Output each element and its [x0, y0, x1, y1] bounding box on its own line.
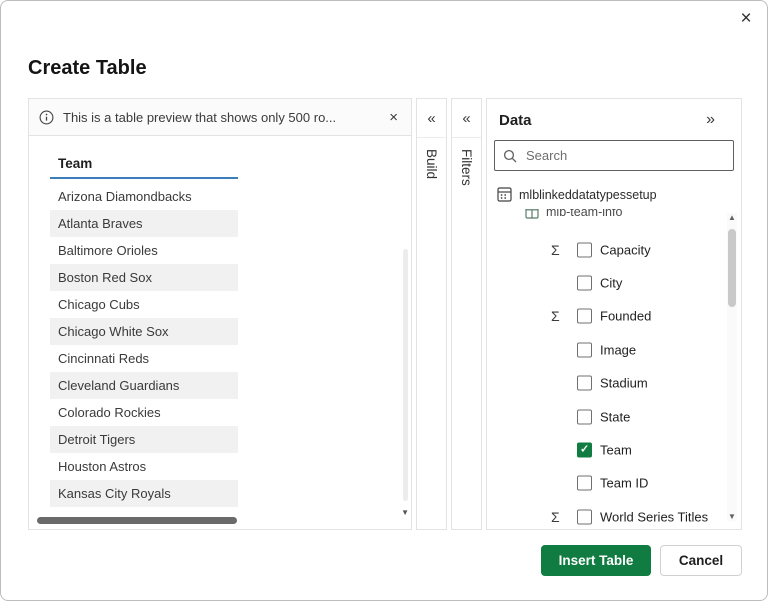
table-row: Cleveland Guardians: [50, 372, 238, 399]
field-tree: mlb-team-info Σ Capacity City Σ Founded: [487, 209, 741, 529]
dialog-close-button[interactable]: ×: [733, 6, 759, 32]
table-row: Atlanta Braves: [50, 210, 238, 237]
search-input[interactable]: [524, 147, 725, 164]
search-icon: [503, 149, 517, 163]
field-row-stadium: Stadium: [487, 367, 741, 400]
data-panel: Data » mlblinkeddatatypessetup mlb-team-…: [486, 98, 742, 530]
field-checkbox[interactable]: [577, 342, 592, 357]
sigma-icon: Σ: [551, 509, 560, 525]
field-checkbox[interactable]: [577, 409, 592, 424]
column-header-team[interactable]: Team: [50, 136, 238, 179]
field-label[interactable]: World Series Titles: [600, 509, 708, 524]
data-panel-title: Data: [499, 112, 532, 129]
field-row-capacity: Σ Capacity: [487, 233, 741, 266]
table-row: Arizona Diamondbacks: [50, 183, 238, 210]
table-node-label: mlb-team-info: [546, 209, 622, 219]
field-row-founded: Σ Founded: [487, 300, 741, 333]
vertical-scroll-thumb[interactable]: [728, 229, 736, 307]
table-row: Chicago Cubs: [50, 291, 238, 318]
sigma-icon: Σ: [551, 308, 560, 324]
data-collapse-button[interactable]: »: [700, 110, 721, 130]
preview-info-banner: This is a table preview that shows only …: [29, 99, 411, 136]
table-icon: [525, 209, 539, 219]
chevron-right-double-icon: »: [706, 111, 715, 128]
field-label[interactable]: Stadium: [600, 376, 648, 391]
table-row: Kansas City Royals: [50, 480, 238, 507]
close-icon: ×: [740, 8, 751, 30]
table-row: Baltimore Orioles: [50, 237, 238, 264]
scroll-down-button[interactable]: ▼: [727, 512, 737, 521]
field-row-team: Team: [487, 433, 741, 466]
table-row: Cincinnati Reds: [50, 345, 238, 372]
table-row: Houston Astros: [50, 453, 238, 480]
create-table-dialog: × Create Table This is a table preview t…: [0, 0, 768, 601]
filters-expand-button[interactable]: «: [452, 99, 481, 138]
chevron-left-double-icon: «: [462, 110, 470, 127]
dataset-name: mlblinkeddatatypessetup: [519, 188, 657, 202]
table-row: Boston Red Sox: [50, 264, 238, 291]
field-checkbox[interactable]: [577, 242, 592, 257]
tree-scrollbar[interactable]: ▲ ▼: [727, 213, 737, 521]
banner-message: This is a table preview that shows only …: [63, 110, 377, 125]
field-row-team-id: Team ID: [487, 467, 741, 500]
field-row-world-series-titles: Σ World Series Titles: [487, 500, 741, 529]
scroll-up-button[interactable]: ▲: [727, 213, 737, 222]
field-label[interactable]: Team ID: [600, 476, 648, 491]
field-row-city: City: [487, 266, 741, 299]
table-row: Detroit Tigers: [50, 426, 238, 453]
chevron-left-double-icon: «: [427, 110, 435, 127]
page-title: Create Table: [28, 57, 147, 80]
cancel-button[interactable]: Cancel: [660, 545, 742, 576]
build-expand-button[interactable]: «: [417, 99, 446, 138]
preview-horizontal-scrollbar[interactable]: [37, 517, 389, 524]
field-checkbox[interactable]: [577, 476, 592, 491]
filters-pane-label[interactable]: Filters: [459, 149, 474, 186]
search-box: [494, 140, 734, 171]
preview-vertical-scrollbar[interactable]: [403, 249, 408, 501]
banner-close-button[interactable]: ×: [386, 109, 401, 126]
field-checkbox[interactable]: [577, 509, 592, 524]
table-preview-panel: This is a table preview that shows only …: [28, 98, 412, 530]
scroll-down-icon[interactable]: ▼: [401, 509, 409, 517]
build-pane: « Build: [416, 98, 447, 530]
table-row: Los Angeles Angels: [50, 507, 238, 515]
table-row: Colorado Rockies: [50, 399, 238, 426]
field-row-state: State: [487, 400, 741, 433]
field-checkbox[interactable]: [577, 376, 592, 391]
preview-table: Team Arizona Diamondbacks Atlanta Braves…: [50, 136, 399, 515]
field-label[interactable]: State: [600, 409, 630, 424]
insert-table-button[interactable]: Insert Table: [541, 545, 651, 576]
close-icon: ×: [389, 109, 398, 126]
horizontal-scroll-thumb[interactable]: [37, 517, 237, 524]
dataset-node[interactable]: mlblinkeddatatypessetup: [497, 187, 657, 202]
field-checkbox[interactable]: [577, 309, 592, 324]
field-row-image: Image: [487, 333, 741, 366]
table-row: Chicago White Sox: [50, 318, 238, 345]
field-checkbox[interactable]: [577, 443, 592, 458]
field-label[interactable]: Image: [600, 342, 636, 357]
preview-rows: Arizona Diamondbacks Atlanta Braves Balt…: [50, 183, 399, 515]
filters-pane: « Filters: [451, 98, 482, 530]
field-label[interactable]: Team: [600, 443, 632, 458]
table-node[interactable]: mlb-team-info: [487, 209, 741, 223]
field-list: Σ Capacity City Σ Founded Image: [487, 233, 741, 529]
field-label[interactable]: Founded: [600, 309, 651, 324]
sigma-icon: Σ: [551, 242, 560, 258]
field-checkbox[interactable]: [577, 276, 592, 291]
build-pane-label[interactable]: Build: [424, 149, 439, 179]
field-label[interactable]: City: [600, 276, 622, 291]
datatype-grid-icon: [497, 187, 512, 202]
info-icon: [39, 110, 54, 125]
field-label[interactable]: Capacity: [600, 242, 651, 257]
